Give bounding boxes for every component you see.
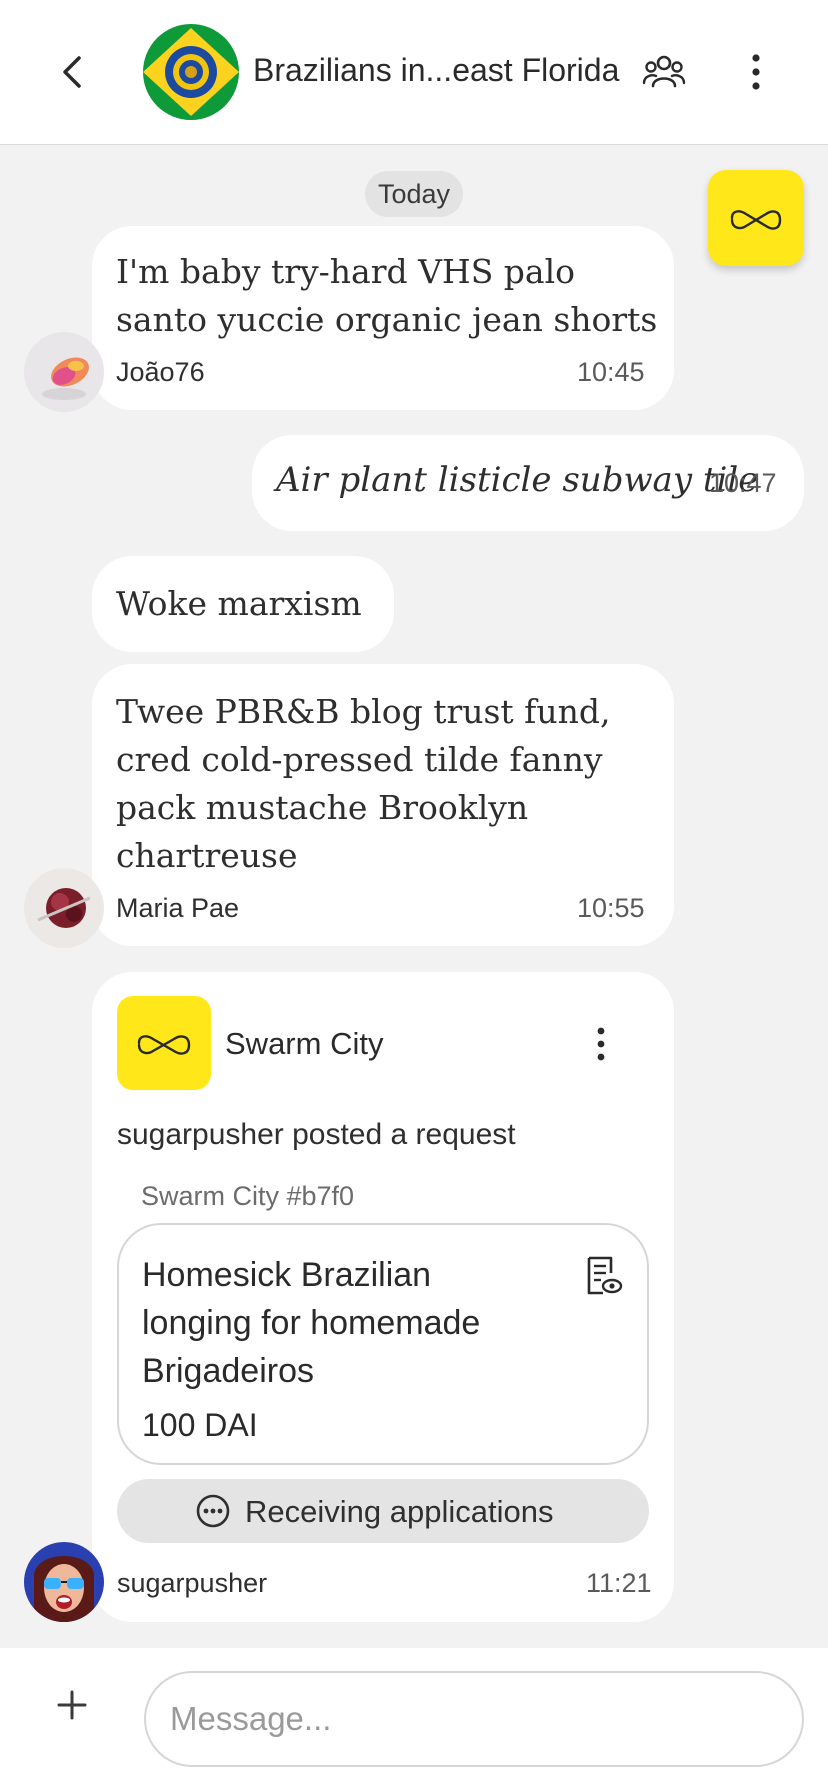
view-request-button[interactable] — [583, 1255, 623, 1297]
swarm-city-logo — [117, 996, 211, 1090]
infinity-icon — [137, 1035, 191, 1055]
message-bubble[interactable]: Woke marxism — [92, 556, 394, 652]
message-time: 10:47 — [709, 468, 777, 498]
vertical-dots-icon — [597, 1027, 605, 1061]
message-text: I'm baby try-hard VHS palo — [116, 252, 576, 291]
message-input[interactable] — [144, 1671, 804, 1767]
dots-circle-icon — [196, 1494, 230, 1528]
message-author: Maria Pae — [116, 893, 240, 923]
message-text: chartreuse — [116, 836, 298, 875]
message-bubble[interactable]: I'm baby try-hard VHS palo santo yuccie … — [92, 226, 674, 410]
back-button[interactable] — [52, 50, 92, 94]
message-time: 10:45 — [577, 357, 645, 387]
message-text: pack mustache Brooklyn — [116, 788, 529, 827]
request-detail-card[interactable]: Homesick Brazilian longing for homemade … — [117, 1223, 649, 1465]
message-author: sugarpusher — [117, 1568, 268, 1598]
message-bubble[interactable]: Twee PBR&B blog trust fund, cred cold-pr… — [92, 664, 674, 946]
request-title: Homesick Brazilian — [142, 1256, 432, 1294]
request-title: longing for homemade — [142, 1304, 481, 1342]
request-status-label: Receiving applications — [245, 1494, 554, 1529]
message-time: 11:21 — [586, 1568, 652, 1598]
message-time: 10:55 — [577, 893, 645, 923]
avatar-sugarpusher-image — [24, 1542, 104, 1622]
message-composer — [0, 1648, 828, 1792]
avatar[interactable] — [24, 332, 104, 412]
request-status[interactable]: Receiving applications — [117, 1479, 649, 1543]
chevron-left-icon — [63, 56, 81, 88]
avatar[interactable] — [24, 868, 104, 948]
posted-request-text: sugarpusher posted a request — [117, 1118, 516, 1151]
avatar-maria-image — [24, 868, 104, 948]
people-icon — [642, 55, 686, 88]
chat-header: Brazilians in...east Florida — [0, 0, 828, 145]
message-text: Twee PBR&B blog trust fund, — [116, 692, 611, 731]
more-options-button[interactable] — [740, 50, 772, 94]
members-button[interactable] — [642, 50, 686, 94]
message-bubble-outgoing[interactable]: Air plant listicle subway tile 10:47 — [252, 435, 804, 531]
message-text: Woke marxism — [116, 584, 362, 623]
plus-icon — [57, 1690, 87, 1720]
document-view-icon — [587, 1256, 623, 1295]
avatar-joao-image — [24, 332, 104, 412]
brazil-flag-avatar — [143, 24, 239, 120]
attach-button[interactable] — [56, 1688, 88, 1722]
message-text: santo yuccie organic jean shorts — [116, 300, 658, 339]
request-amount: 100 DAI — [142, 1407, 258, 1443]
request-reference: Swarm City #b7f0 — [141, 1181, 355, 1211]
swarm-city-fab[interactable] — [708, 170, 804, 266]
avatar[interactable] — [24, 1542, 104, 1622]
group-title[interactable]: Brazilians in...east Florida — [253, 52, 619, 89]
infinity-icon — [730, 210, 782, 230]
request-title: Brigadeiros — [142, 1352, 314, 1390]
date-divider: Today — [365, 171, 463, 217]
message-text: Air plant listicle subway tile — [276, 460, 759, 500]
message-text: cred cold-pressed tilde fanny — [116, 740, 603, 779]
message-author: João76 — [116, 357, 205, 387]
vertical-dots-icon — [752, 54, 760, 90]
card-app-name: Swarm City — [225, 1026, 384, 1061]
card-more-button[interactable] — [586, 1024, 616, 1064]
group-avatar[interactable] — [143, 24, 239, 120]
